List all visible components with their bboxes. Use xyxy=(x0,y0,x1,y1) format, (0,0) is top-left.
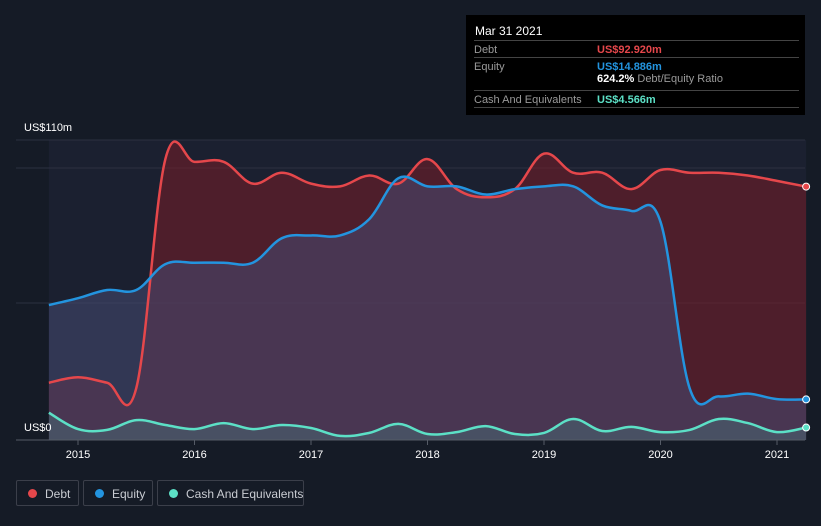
tooltip-divider xyxy=(474,107,799,108)
legend-cash[interactable]: Cash And Equivalents xyxy=(157,480,304,506)
y-axis-top-label: US$110m xyxy=(24,122,73,134)
ratio-value: 624.2% xyxy=(597,73,635,85)
cash-end-marker xyxy=(802,423,811,432)
x-tick-label: 2018 xyxy=(415,449,439,461)
debt-dot-icon xyxy=(28,489,37,498)
tooltip-debt-label: Debt xyxy=(474,44,498,56)
y-axis-zero-label: US$0 xyxy=(24,422,52,434)
tooltip-cash-label: Cash And Equivalents xyxy=(474,94,582,106)
ratio-label: Debt/Equity Ratio xyxy=(637,73,723,85)
equity-dot-icon xyxy=(95,489,104,498)
tooltip-equity-label: Equity xyxy=(474,61,505,73)
equity-end-marker xyxy=(802,395,811,404)
tooltip-date: Mar 31 2021 xyxy=(475,24,543,38)
tooltip-debt-value: US$92.920m xyxy=(597,44,662,56)
x-tick-label: 2019 xyxy=(532,449,556,461)
tooltip-row-cash: Cash And Equivalents US$4.566m xyxy=(474,90,799,107)
tooltip-row-equity: Equity US$14.886m xyxy=(474,57,799,74)
x-tick-label: 2021 xyxy=(765,449,789,461)
legend-cash-label: Cash And Equivalents xyxy=(186,487,304,501)
tooltip-ratio: 624.2% Debt/Equity Ratio xyxy=(597,73,723,85)
legend-debt-label: Debt xyxy=(45,487,71,501)
tooltip-row-debt: Debt US$92.920m xyxy=(474,40,799,57)
x-tick-label: 2015 xyxy=(66,449,90,461)
cash-dot-icon xyxy=(169,489,178,498)
x-tick-label: 2016 xyxy=(182,449,206,461)
tooltip-equity-value: US$14.886m xyxy=(597,61,662,73)
tooltip-cash-value: US$4.566m xyxy=(597,94,656,106)
legend-equity-label: Equity xyxy=(112,487,146,501)
tooltip: Mar 31 2021 Debt US$92.920m Equity US$14… xyxy=(466,15,805,115)
legend-debt[interactable]: Debt xyxy=(16,480,79,506)
legend-equity[interactable]: Equity xyxy=(83,480,153,506)
x-tick-label: 2017 xyxy=(299,449,323,461)
debt-end-marker xyxy=(802,182,811,191)
x-tick-label: 2020 xyxy=(648,449,672,461)
